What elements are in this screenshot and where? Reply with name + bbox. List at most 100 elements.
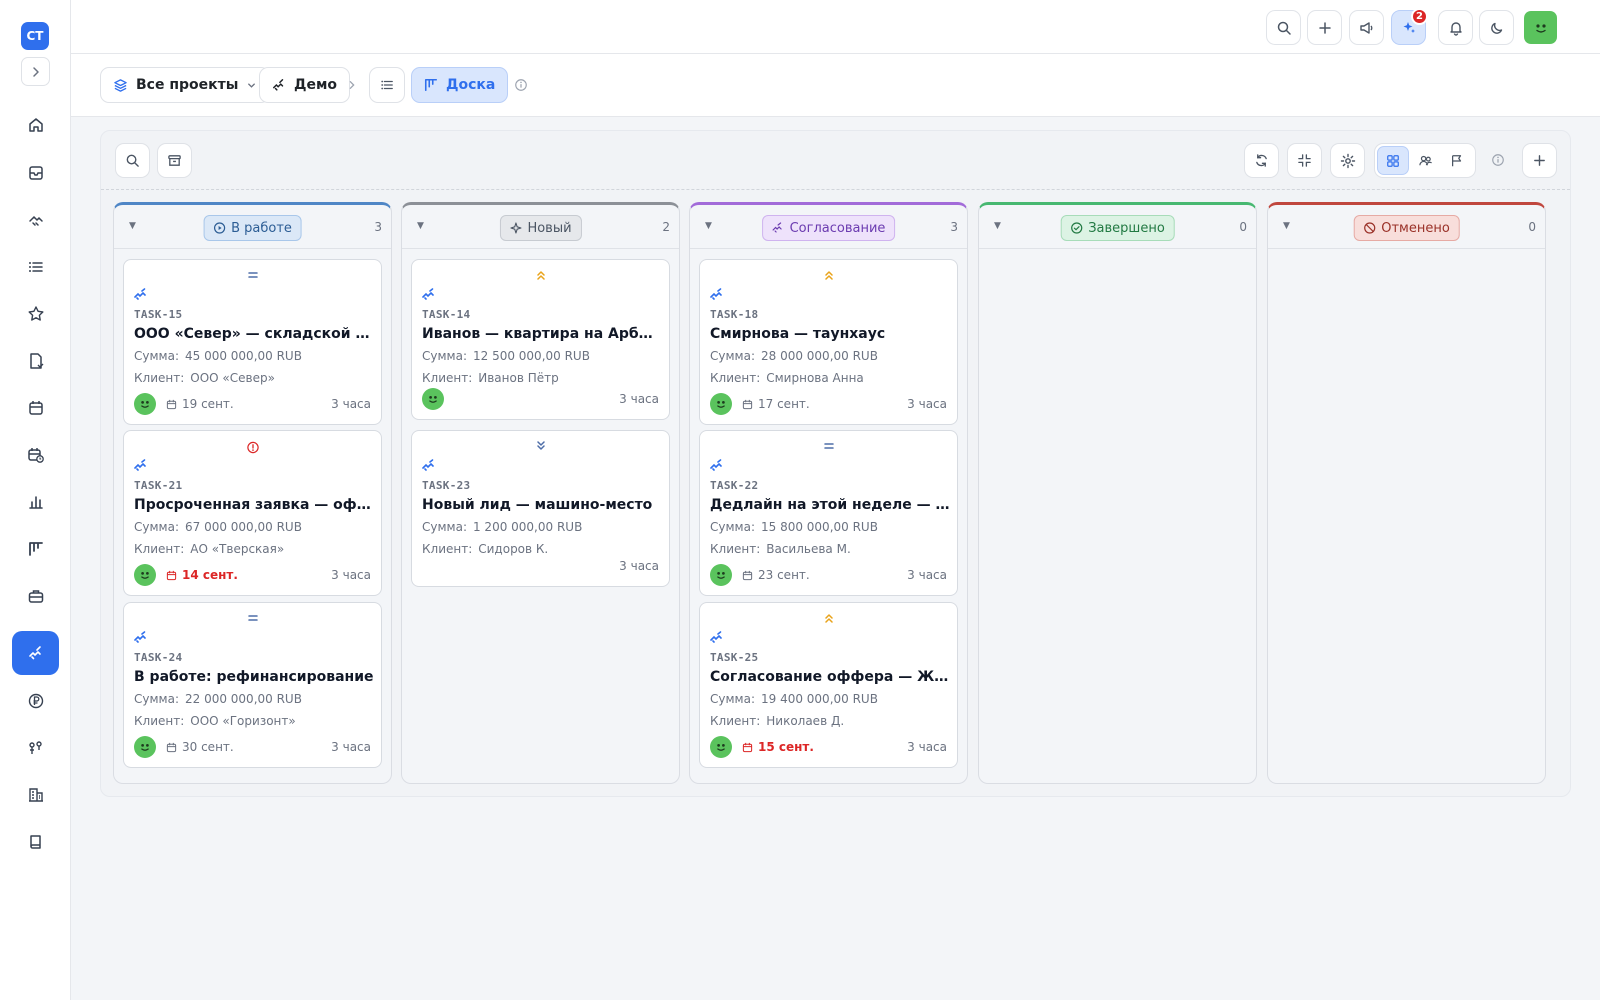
assignee-avatar[interactable] [134, 393, 156, 415]
nav-inbox[interactable] [12, 151, 59, 195]
nav-favorites[interactable] [12, 292, 59, 336]
task-card[interactable]: TASK-15 ООО «Север» — складской ком... Сум… [123, 259, 382, 425]
priority-urgent-icon [246, 441, 259, 454]
collapse-button[interactable] [1287, 143, 1322, 178]
nav-documents[interactable] [12, 339, 59, 383]
nav-deals[interactable] [12, 198, 59, 242]
assignee-avatar[interactable] [422, 388, 444, 410]
notifications-button[interactable] [1438, 10, 1473, 45]
board-search-button[interactable] [115, 143, 150, 178]
task-card[interactable]: TASK-14 Иванов — квартира на Арбате Сумма:… [411, 259, 670, 420]
task-title[interactable]: Просроченная заявка — офис н... [134, 497, 374, 513]
assignee-avatar[interactable] [134, 736, 156, 758]
assignee-avatar[interactable] [710, 393, 732, 415]
task-card[interactable]: TASK-18 Смирнова — таунхаус Сумма: 28 000 0… [699, 259, 958, 425]
board-toolbar [101, 131, 1570, 190]
caret-down-icon[interactable]: ▼ [417, 221, 424, 231]
nav-home[interactable] [12, 103, 59, 147]
nav-kanban[interactable] [12, 527, 59, 571]
caret-down-icon[interactable]: ▼ [994, 221, 1001, 231]
settings-button[interactable] [1330, 143, 1365, 178]
caret-down-icon[interactable]: ▼ [1283, 221, 1290, 231]
column-status-badge[interactable]: Завершено [1060, 215, 1175, 241]
due-date-text: 23 сент. [758, 568, 810, 582]
theme-toggle-button[interactable] [1479, 10, 1514, 45]
card-footer: 23 сент. 3 часа [710, 564, 947, 586]
assignee-avatar[interactable] [710, 564, 732, 586]
deal-type-icon [710, 288, 722, 300]
due-date-text: 17 сент. [758, 397, 810, 411]
task-client: Клиент: Смирнова Анна [710, 371, 864, 385]
handshake-icon [28, 215, 43, 226]
column-status-badge[interactable]: Отменено [1353, 215, 1460, 241]
task-card[interactable]: TASK-23 Новый лид — машино-место Сумма: 1 2… [411, 430, 670, 587]
refresh-button[interactable] [1244, 143, 1279, 178]
due-date[interactable]: 15 сент. [742, 740, 814, 754]
nav-schedule[interactable] [12, 433, 59, 477]
task-card[interactable]: TASK-24 В работе: рефинансирование Сумма: 2… [123, 602, 382, 768]
archive-button[interactable] [157, 143, 192, 178]
announcements-button[interactable] [1349, 10, 1384, 45]
nav-team[interactable] [12, 726, 59, 770]
smiley-avatar-icon [141, 401, 149, 408]
calendar-icon [166, 399, 177, 409]
task-title[interactable]: Смирнова — таунхаус [710, 326, 950, 342]
column-status-badge[interactable]: Согласование [761, 215, 896, 241]
nav-finance[interactable] [12, 679, 59, 723]
nav-list[interactable] [12, 245, 59, 289]
board-view-button[interactable]: Доска [411, 67, 509, 103]
task-title[interactable]: Иванов — квартира на Арбате [422, 326, 662, 342]
ai-assistant-button[interactable]: 2 [1391, 8, 1428, 45]
task-title[interactable]: ООО «Север» — складской ком... [134, 326, 374, 342]
list-view-button[interactable] [369, 67, 405, 103]
ai-badge: 2 [1411, 8, 1428, 25]
column-status-badge[interactable]: Новый [499, 215, 582, 241]
task-title[interactable]: Новый лид — машино-место [422, 497, 662, 513]
users-icon [1418, 155, 1432, 166]
group-by-status-button[interactable] [1377, 146, 1409, 175]
task-title[interactable]: Дедлайн на этой неделе — дом ... [710, 497, 950, 513]
due-date[interactable]: 17 сент. [742, 397, 810, 411]
plus-icon [1534, 155, 1545, 166]
assignee-avatar[interactable] [134, 564, 156, 586]
app-logo[interactable]: СТ [21, 22, 49, 50]
nav-calendar[interactable] [12, 386, 59, 430]
task-age: 3 часа [907, 740, 947, 754]
nav-analytics[interactable] [12, 480, 59, 524]
priority-medium-icon [823, 443, 834, 449]
task-card[interactable]: TASK-25 Согласование оффера — ЖК «Р... Сум… [699, 602, 958, 768]
assignee-avatar[interactable] [710, 736, 732, 758]
group-by-assignee-button[interactable] [1409, 146, 1441, 175]
nav-deals-active[interactable] [12, 631, 59, 675]
create-button[interactable] [1307, 10, 1342, 45]
task-age: 3 часа [619, 392, 659, 406]
group-by-priority-button[interactable] [1441, 146, 1473, 175]
nav-portfolio[interactable] [12, 574, 59, 618]
megaphone-icon [1359, 21, 1372, 34]
info-icon[interactable] [1491, 153, 1505, 167]
task-title[interactable]: В работе: рефинансирование [134, 669, 374, 685]
all-projects-dropdown[interactable]: Все проекты [100, 67, 271, 103]
nav-buildings[interactable] [12, 773, 59, 817]
users-key-icon [28, 741, 42, 754]
task-card[interactable]: TASK-21 Просроченная заявка — офис н... Су… [123, 430, 382, 596]
project-crumb[interactable]: Демо [259, 67, 351, 103]
info-icon[interactable] [514, 78, 528, 92]
global-search-button[interactable] [1266, 10, 1301, 45]
due-date[interactable]: 23 сент. [742, 568, 810, 582]
add-column-button[interactable] [1522, 143, 1557, 178]
due-date[interactable]: 30 сент. [166, 740, 234, 754]
expand-sidebar-button[interactable] [21, 57, 50, 86]
top-header: 2 [71, 0, 1600, 54]
due-date[interactable]: 19 сент. [166, 397, 234, 411]
nav-docs[interactable] [12, 820, 59, 864]
user-avatar[interactable] [1524, 11, 1557, 44]
caret-down-icon[interactable]: ▼ [129, 221, 136, 231]
task-card[interactable]: TASK-22 Дедлайн на этой неделе — дом ... С… [699, 430, 958, 596]
due-date[interactable]: 14 сент. [166, 568, 238, 582]
column-status-badge[interactable]: В работе [203, 215, 302, 241]
task-title[interactable]: Согласование оффера — ЖК «Р... [710, 669, 950, 685]
caret-down-icon[interactable]: ▼ [705, 221, 712, 231]
task-client: Клиент: Сидоров К. [422, 542, 548, 556]
task-id: TASK-18 [710, 308, 759, 321]
